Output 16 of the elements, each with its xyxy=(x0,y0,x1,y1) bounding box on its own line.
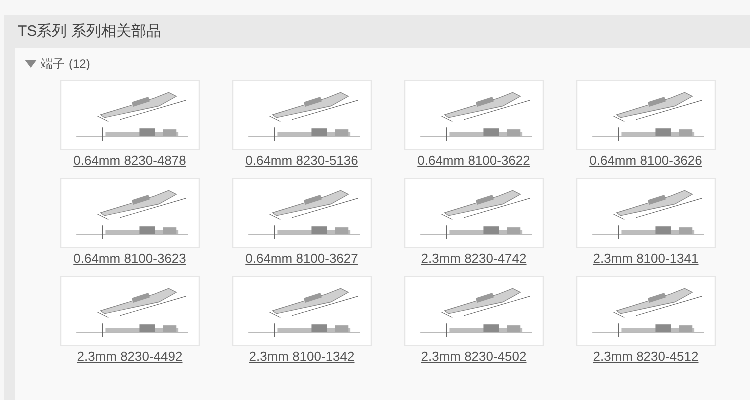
panel-title: TS系列 系列相关部品 xyxy=(17,22,162,42)
product-link[interactable]: 0.64mm 8100-3623 xyxy=(74,251,186,267)
product-link[interactable]: 0.64mm 8230-5136 xyxy=(246,153,358,169)
product-link[interactable]: 0.64mm 8230-4878 xyxy=(74,153,186,169)
product-link[interactable]: 2.3mm 8230-4512 xyxy=(593,349,699,365)
product-link[interactable]: 0.64mm 8100-3627 xyxy=(246,251,358,267)
product-link[interactable]: 2.3mm 8100-1341 xyxy=(593,251,699,267)
product-link[interactable]: 2.3mm 8230-4742 xyxy=(421,251,527,267)
product-link[interactable]: 0.64mm 8100-3622 xyxy=(418,153,530,169)
product-link[interactable]: 2.3mm 8100-1342 xyxy=(249,349,355,365)
product-link[interactable]: 2.3mm 8230-4492 xyxy=(77,349,183,365)
product-link[interactable]: 0.64mm 8100-3626 xyxy=(590,153,702,169)
collapse-triangle-icon[interactable] xyxy=(25,60,37,68)
item-count: (12) xyxy=(69,56,90,72)
product-link[interactable]: 2.3mm 8230-4502 xyxy=(421,349,527,365)
section-label: 端子 xyxy=(41,56,65,72)
